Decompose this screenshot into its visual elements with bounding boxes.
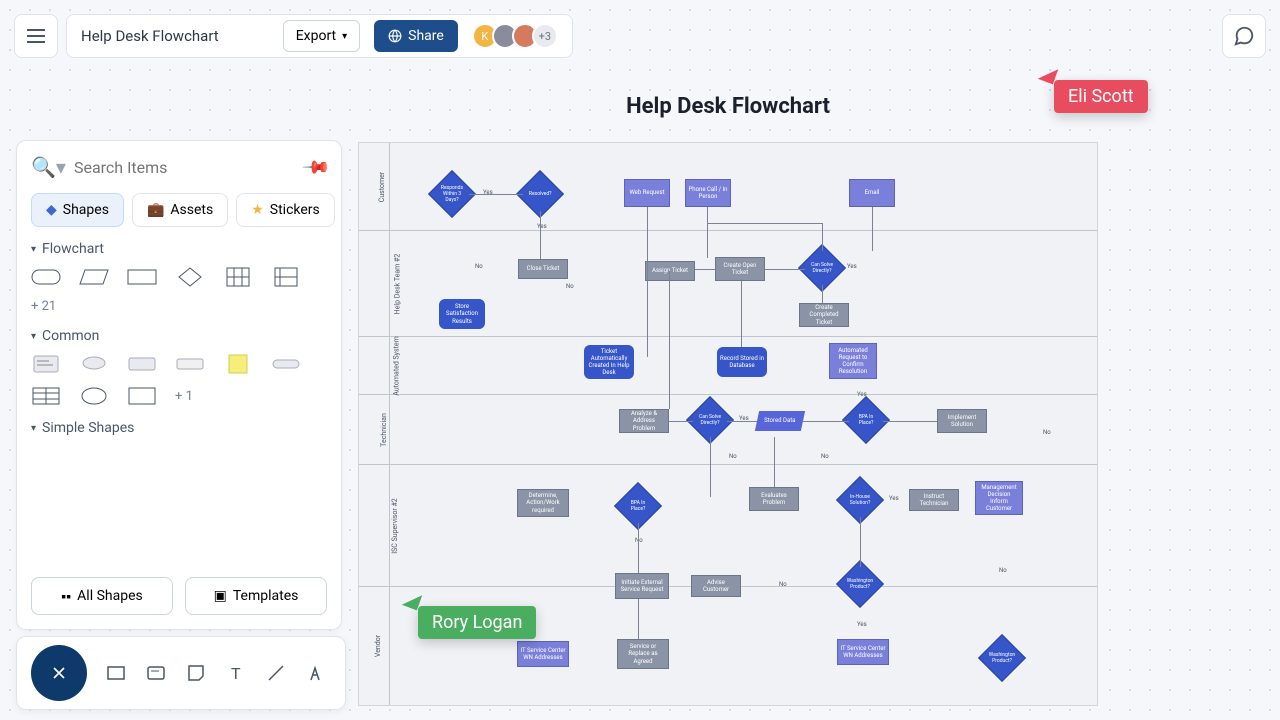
node-phone[interactable]: Phone Call / In Person bbox=[685, 179, 731, 207]
search-input[interactable] bbox=[74, 158, 297, 177]
swimlane-label: Technician bbox=[380, 413, 388, 447]
shape-ellipse[interactable] bbox=[79, 386, 109, 406]
avatar-more[interactable]: +3 bbox=[532, 23, 558, 49]
shapes-panel: 🔍▾ 📌 ◆Shapes 💼Assets ★Stickers Flowchart… bbox=[16, 140, 342, 630]
tool-sticky[interactable] bbox=[181, 658, 211, 688]
common-more[interactable]: + 1 bbox=[175, 389, 193, 404]
node-autoticket[interactable]: Ticket Automatically Created In Help Des… bbox=[584, 345, 634, 379]
tab-assets[interactable]: 💼Assets bbox=[132, 193, 228, 227]
node-autoreq[interactable]: Automated Request to Confirm Resolution bbox=[829, 343, 877, 379]
node-close[interactable]: Close Ticket bbox=[518, 259, 568, 279]
node-createopen[interactable]: Create Open Ticket bbox=[715, 257, 765, 281]
node-assign[interactable]: Assign Ticket bbox=[645, 261, 695, 281]
shape-swimlane[interactable] bbox=[271, 267, 301, 287]
shape-card[interactable] bbox=[31, 354, 61, 374]
bottom-toolbar: T bbox=[16, 636, 346, 710]
node-store[interactable]: Store Satisfaction Results bbox=[439, 299, 485, 329]
node-email[interactable]: Email bbox=[849, 179, 895, 207]
node-determine[interactable]: Determine, Action/Work required bbox=[517, 489, 569, 517]
share-button[interactable]: Share bbox=[374, 20, 458, 52]
swimlane-label: ISC Supervisor #2 bbox=[391, 498, 399, 554]
node-analyze[interactable]: Analyze & Address Problem bbox=[619, 409, 669, 433]
templates-button[interactable]: ▣Templates bbox=[185, 577, 327, 615]
diagram-title: Help Desk Flowchart bbox=[358, 94, 1098, 119]
shape-grid[interactable] bbox=[31, 386, 61, 406]
section-simple[interactable]: Simple Shapes bbox=[31, 420, 327, 436]
share-label: Share bbox=[408, 28, 444, 44]
cursor-tag-eli: Eli Scott bbox=[1054, 80, 1148, 113]
node-recorddb[interactable]: Record Stored in Database bbox=[717, 347, 767, 377]
tool-rect[interactable] bbox=[101, 658, 131, 688]
flowchart-more[interactable]: + 21 bbox=[31, 299, 327, 314]
tab-shapes[interactable]: ◆Shapes bbox=[31, 193, 124, 227]
shape-parallelogram[interactable] bbox=[79, 267, 109, 287]
node-instruct[interactable]: Instruct Technician bbox=[909, 489, 959, 511]
tab-stickers[interactable]: ★Stickers bbox=[236, 193, 335, 227]
node-itservice[interactable]: IT Service Center WN Addresses bbox=[517, 641, 569, 667]
swimlane-label: Customer bbox=[378, 171, 386, 201]
shape-tray[interactable] bbox=[271, 354, 301, 374]
all-shapes-button[interactable]: ▪▪All Shapes bbox=[31, 577, 173, 615]
swimlane-label: Help Desk Team #2 bbox=[393, 253, 401, 314]
tool-pen[interactable] bbox=[301, 658, 331, 688]
comments-button[interactable] bbox=[1222, 14, 1266, 58]
node-service[interactable]: Service or Replace as Agreed bbox=[617, 639, 669, 669]
document-title[interactable]: Help Desk Flowchart bbox=[81, 27, 269, 45]
swimlane-label: Automated System bbox=[393, 336, 401, 395]
node-webreq[interactable]: Web Request bbox=[624, 179, 670, 207]
export-button[interactable]: Export ▾ bbox=[283, 20, 360, 52]
shape-terminator[interactable] bbox=[31, 267, 61, 287]
search-icon: 🔍▾ bbox=[31, 155, 66, 179]
pin-icon[interactable]: 📌 bbox=[300, 152, 331, 183]
node-createcomp[interactable]: Create Completed Ticket bbox=[799, 303, 849, 327]
shape-diamond[interactable] bbox=[175, 267, 205, 287]
tool-card[interactable] bbox=[141, 658, 171, 688]
star-icon: ★ bbox=[251, 202, 264, 218]
node-advise[interactable]: Advise Customer bbox=[691, 575, 741, 597]
node-initiate[interactable]: Initiate External Service Request bbox=[615, 573, 669, 599]
node-itservice2[interactable]: IT Service Center WN Addresses bbox=[837, 639, 889, 665]
node-implement[interactable]: Implement Solution bbox=[937, 409, 987, 433]
chat-icon bbox=[1233, 25, 1255, 47]
diamond-icon: ◆ bbox=[46, 202, 57, 218]
shape-input[interactable] bbox=[175, 354, 205, 374]
template-icon: ▣ bbox=[214, 588, 227, 604]
shape-table[interactable] bbox=[223, 267, 253, 287]
swimlane-label: Vendor bbox=[374, 635, 382, 657]
menu-icon bbox=[27, 35, 45, 37]
shape-callout[interactable] bbox=[79, 354, 109, 374]
shape-rectangle[interactable] bbox=[127, 267, 157, 287]
section-common[interactable]: Common bbox=[31, 328, 327, 344]
node-storeddata[interactable]: Stored Data bbox=[755, 411, 805, 431]
briefcase-icon: 💼 bbox=[147, 202, 164, 218]
collaborator-avatars[interactable]: K +3 bbox=[472, 23, 558, 49]
shape-sticky[interactable] bbox=[223, 354, 253, 374]
section-flowchart[interactable]: Flowchart bbox=[31, 241, 327, 257]
chevron-down-icon: ▾ bbox=[342, 31, 347, 42]
close-fab[interactable] bbox=[31, 645, 87, 701]
cursor-tag-rory: Rory Logan bbox=[418, 606, 536, 639]
export-label: Export bbox=[296, 28, 336, 44]
globe-icon bbox=[388, 29, 402, 43]
menu-button[interactable] bbox=[14, 14, 58, 58]
svg-text:T: T bbox=[231, 664, 241, 683]
shape-rect2[interactable] bbox=[127, 386, 157, 406]
grid-icon: ▪▪ bbox=[61, 588, 71, 605]
shape-keyboard[interactable] bbox=[127, 354, 157, 374]
tool-line[interactable] bbox=[261, 658, 291, 688]
node-mgmt[interactable]: Management Decision Inform Customer bbox=[975, 481, 1023, 515]
node-evaluates[interactable]: Evaluates Problem bbox=[749, 487, 799, 511]
tool-text[interactable]: T bbox=[221, 658, 251, 688]
